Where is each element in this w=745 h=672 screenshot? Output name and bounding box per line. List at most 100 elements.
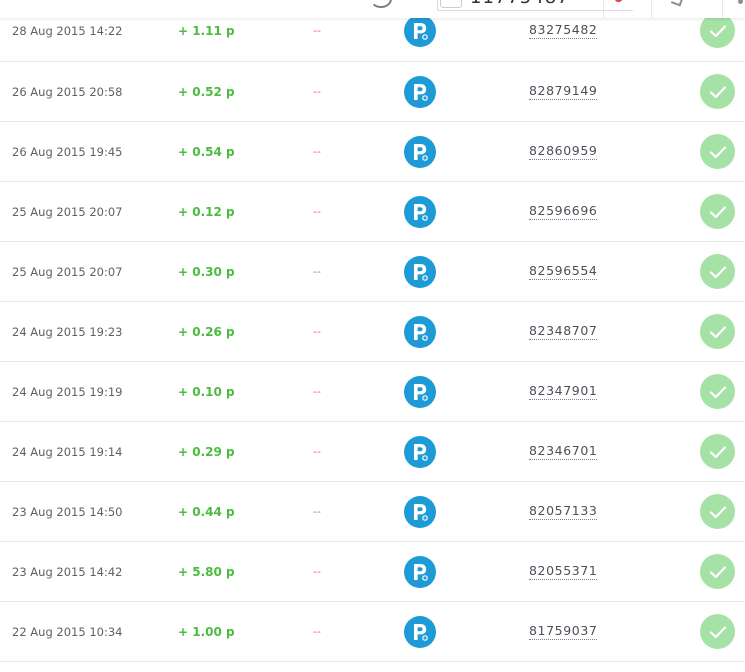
transaction-fee: -- bbox=[313, 565, 321, 578]
transaction-row[interactable]: 25 Aug 2015 20:07 + 0.30 р -- 82596554 bbox=[0, 242, 745, 302]
payment-method bbox=[404, 422, 436, 481]
p-letter-icon bbox=[414, 503, 428, 521]
transaction-id-link[interactable]: 82346701 bbox=[529, 443, 598, 460]
parking-payment-icon[interactable] bbox=[404, 435, 436, 468]
transaction-row[interactable]: 24 Aug 2015 19:14 + 0.29 р -- 82346701 bbox=[0, 422, 745, 482]
transaction-id-link[interactable]: 82347901 bbox=[529, 383, 598, 400]
transaction-id-link[interactable]: 82860959 bbox=[529, 143, 598, 160]
transaction-amount: + 0.52 р bbox=[178, 84, 235, 99]
parking-payment-icon[interactable] bbox=[404, 615, 436, 648]
parking-payment-icon[interactable] bbox=[404, 135, 436, 168]
transaction-id: 82057133 bbox=[529, 482, 598, 541]
parking-payment-icon[interactable] bbox=[404, 255, 436, 288]
transaction-fee: -- bbox=[313, 505, 321, 518]
transaction-id-link[interactable]: 83275482 bbox=[529, 22, 598, 39]
transaction-row[interactable]: 24 Aug 2015 19:23 + 0.26 р -- 82348707 bbox=[0, 302, 745, 362]
transaction-id: 82348707 bbox=[529, 302, 598, 361]
transaction-id-link[interactable]: 82879149 bbox=[529, 83, 598, 100]
transaction-fee: -- bbox=[313, 625, 321, 638]
p-letter-icon bbox=[414, 443, 428, 461]
payment-method bbox=[404, 362, 436, 421]
transaction-row[interactable]: 26 Aug 2015 20:58 + 0.52 р -- 82879149 bbox=[0, 62, 745, 122]
p-letter-icon bbox=[414, 563, 428, 581]
transaction-row[interactable]: 23 Aug 2015 14:50 + 0.44 р -- 82057133 bbox=[0, 482, 745, 542]
transaction-date: 24 Aug 2015 19:14 bbox=[12, 444, 123, 459]
transaction-fee: -- bbox=[313, 385, 321, 398]
checkmark-glyph bbox=[709, 445, 726, 458]
transaction-amount: + 0.54 р bbox=[178, 144, 235, 159]
transaction-id-link[interactable]: 82055371 bbox=[529, 563, 598, 580]
check-icon bbox=[700, 614, 735, 649]
p-letter-icon bbox=[414, 623, 428, 641]
transaction-row[interactable]: 26 Aug 2015 19:45 + 0.54 р -- 82860959 bbox=[0, 122, 745, 182]
menu-icon[interactable] bbox=[738, 0, 743, 4]
status bbox=[700, 362, 735, 421]
parking-payment-icon[interactable] bbox=[404, 495, 436, 528]
status bbox=[700, 182, 735, 241]
payment-method bbox=[404, 182, 436, 241]
transaction-date: 26 Aug 2015 20:58 bbox=[12, 84, 123, 99]
parking-payment-icon[interactable] bbox=[404, 14, 436, 47]
parking-payment-icon[interactable] bbox=[404, 555, 436, 588]
transaction-amount: + 5.80 р bbox=[178, 564, 235, 579]
transaction-id: 82879149 bbox=[529, 62, 598, 121]
header-divider bbox=[651, 0, 652, 18]
transaction-row[interactable]: 22 Aug 2015 10:34 + 1.00 р -- 81759037 bbox=[0, 602, 745, 662]
status bbox=[700, 482, 735, 541]
p-letter-icon bbox=[414, 323, 428, 341]
payment-method bbox=[404, 602, 436, 661]
transaction-amount: + 0.30 р bbox=[178, 264, 235, 279]
check-icon bbox=[700, 314, 735, 349]
check-icon bbox=[700, 74, 735, 109]
transaction-date: 26 Aug 2015 19:45 bbox=[12, 144, 123, 159]
p-letter-icon bbox=[414, 263, 428, 281]
transaction-id-link[interactable]: 81759037 bbox=[529, 623, 598, 640]
payment-method bbox=[404, 542, 436, 601]
transaction-id-link[interactable]: 82348707 bbox=[529, 323, 598, 340]
transaction-fee: -- bbox=[313, 205, 321, 218]
parking-payment-icon[interactable] bbox=[404, 315, 436, 348]
payment-method bbox=[404, 482, 436, 541]
parking-payment-icon[interactable] bbox=[404, 195, 436, 228]
transaction-date: 23 Aug 2015 14:50 bbox=[12, 504, 123, 519]
transaction-amount: + 0.44 р bbox=[178, 504, 235, 519]
arrow-icon[interactable] bbox=[670, 0, 684, 7]
transaction-date: 24 Aug 2015 19:19 bbox=[12, 384, 123, 399]
check-icon bbox=[700, 134, 735, 169]
refresh-icon[interactable] bbox=[370, 0, 392, 8]
transaction-amount: + 1.00 р bbox=[178, 624, 235, 639]
transaction-row[interactable]: 24 Aug 2015 19:19 + 0.10 р -- 82347901 bbox=[0, 362, 745, 422]
p-letter-icon bbox=[414, 383, 428, 401]
transaction-id-link[interactable]: 82057133 bbox=[529, 503, 598, 520]
transaction-id: 82596696 bbox=[529, 182, 598, 241]
transaction-date: 25 Aug 2015 20:07 bbox=[12, 264, 123, 279]
transaction-id-link[interactable]: 82596696 bbox=[529, 203, 598, 220]
transaction-amount: + 0.12 р bbox=[178, 204, 235, 219]
transaction-id: 82347901 bbox=[529, 362, 598, 421]
status bbox=[700, 542, 735, 601]
status bbox=[700, 62, 735, 121]
transaction-id-link[interactable]: 82596554 bbox=[529, 263, 598, 280]
transaction-fee: -- bbox=[313, 325, 321, 338]
status bbox=[700, 422, 735, 481]
checkmark-glyph bbox=[709, 325, 726, 338]
check-icon bbox=[700, 494, 735, 529]
transaction-id: 82346701 bbox=[529, 422, 598, 481]
checkmark-glyph bbox=[709, 565, 726, 578]
transaction-id: 82596554 bbox=[529, 242, 598, 301]
parking-payment-icon[interactable] bbox=[404, 75, 436, 108]
p-letter-icon bbox=[414, 143, 428, 161]
p-letter-icon bbox=[414, 83, 428, 101]
transaction-date: 24 Aug 2015 19:23 bbox=[12, 324, 123, 339]
checkmark-glyph bbox=[709, 205, 726, 218]
transaction-amount: + 0.29 р bbox=[178, 444, 235, 459]
transaction-row[interactable]: 23 Aug 2015 14:42 + 5.80 р -- 82055371 bbox=[0, 542, 745, 602]
parking-payment-icon[interactable] bbox=[404, 375, 436, 408]
transaction-row[interactable]: 25 Aug 2015 20:07 + 0.12 р -- 82596696 bbox=[0, 182, 745, 242]
header-divider bbox=[603, 0, 604, 18]
status bbox=[700, 302, 735, 361]
transaction-id: 82860959 bbox=[529, 122, 598, 181]
checkbox-icon[interactable] bbox=[440, 0, 462, 8]
transaction-date: 23 Aug 2015 14:42 bbox=[12, 564, 123, 579]
transactions-page: 11775487 28 Aug 2015 14:22 + 1.11 р -- 8… bbox=[0, 0, 745, 672]
